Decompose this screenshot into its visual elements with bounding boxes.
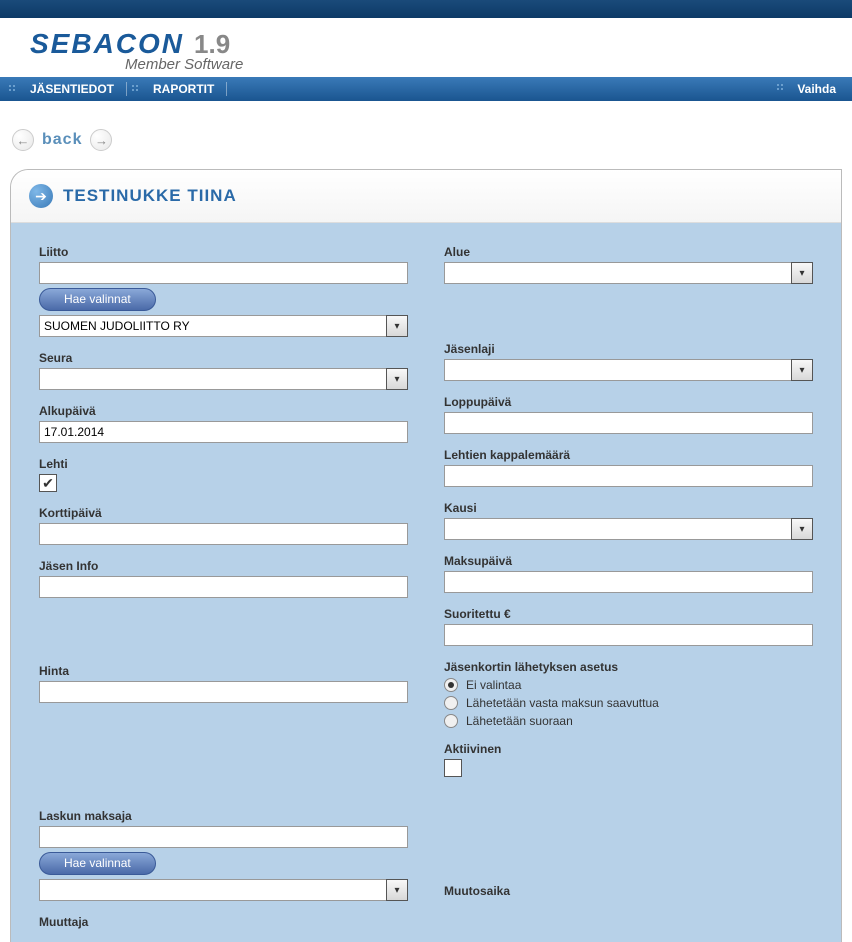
- chevron-down-icon[interactable]: ▾: [386, 368, 408, 390]
- back-arrow-right-icon[interactable]: →: [90, 129, 112, 151]
- liitto-hae-button[interactable]: Hae valinnat: [39, 288, 156, 311]
- jasenlaji-select[interactable]: [444, 359, 791, 381]
- page-title: TESTINUKKE TIINA: [63, 186, 237, 206]
- alue-select[interactable]: [444, 262, 791, 284]
- form-right-column: Alue ▾ Jäsenlaji ▾ Loppupäivä: [444, 245, 813, 932]
- laskunmaksaja-label: Laskun maksaja: [39, 809, 408, 823]
- jasenkortti-radio-2[interactable]: [444, 714, 458, 728]
- menu-drag-icon: [776, 83, 786, 93]
- jaseninfo-input[interactable]: [39, 576, 408, 598]
- menu-drag-icon: [8, 84, 18, 94]
- menu-drag-icon: [131, 84, 141, 94]
- page-title-bar: ➔ TESTINUKKE TIINA: [11, 170, 841, 223]
- jasenlaji-label: Jäsenlaji: [444, 342, 813, 356]
- jasenkortti-option-2: Lähetetään suoraan: [466, 714, 573, 728]
- laskunmaksaja-hae-button[interactable]: Hae valinnat: [39, 852, 156, 875]
- menu-vaihda[interactable]: Vaihda: [789, 82, 844, 96]
- maksupaiva-input[interactable]: [444, 571, 813, 593]
- alue-label: Alue: [444, 245, 813, 259]
- jasenkortti-option-0: Ei valintaa: [466, 678, 521, 692]
- chevron-down-icon[interactable]: ▾: [386, 315, 408, 337]
- page-frame: ➔ TESTINUKKE TIINA Liitto Hae valinnat ▾…: [10, 169, 842, 942]
- top-bar: [0, 0, 852, 18]
- chevron-down-icon[interactable]: ▾: [791, 518, 813, 540]
- liitto-select[interactable]: [39, 315, 386, 337]
- aktiivinen-checkbox[interactable]: [444, 759, 462, 777]
- hinta-input[interactable]: [39, 681, 408, 703]
- logo-subtitle: Member Software: [125, 56, 852, 73]
- lehti-checkbox[interactable]: ✔: [39, 474, 57, 492]
- back-row: ← back →: [0, 101, 852, 169]
- chevron-down-icon[interactable]: ▾: [386, 879, 408, 901]
- lehti-label: Lehti: [39, 457, 408, 471]
- back-arrow-left-icon[interactable]: ←: [12, 129, 34, 151]
- chevron-down-icon[interactable]: ▾: [791, 359, 813, 381]
- liitto-label: Liitto: [39, 245, 408, 259]
- jasenkortti-radio-1[interactable]: [444, 696, 458, 710]
- back-label[interactable]: back: [42, 131, 82, 149]
- suoritettu-input[interactable]: [444, 624, 813, 646]
- jasenkortti-radio-0[interactable]: [444, 678, 458, 692]
- korttipaiva-input[interactable]: [39, 523, 408, 545]
- laskunmaksaja-select[interactable]: [39, 879, 386, 901]
- menu-separator: [126, 82, 127, 96]
- loppupaiva-input[interactable]: [444, 412, 813, 434]
- korttipaiva-label: Korttipäivä: [39, 506, 408, 520]
- alkupaiva-label: Alkupäivä: [39, 404, 408, 418]
- jasenkortti-label: Jäsenkortin lähetyksen asetus: [444, 660, 813, 674]
- menu-jasentiedot[interactable]: JÄSENTIEDOT: [22, 82, 122, 96]
- header: SEBACON 1.9 Member Software: [0, 18, 852, 77]
- laskunmaksaja-input[interactable]: [39, 826, 408, 848]
- maksupaiva-label: Maksupäivä: [444, 554, 813, 568]
- suoritettu-label: Suoritettu €: [444, 607, 813, 621]
- chevron-down-icon[interactable]: ▾: [791, 262, 813, 284]
- menu-raportit[interactable]: RAPORTIT: [145, 82, 222, 96]
- loppupaiva-label: Loppupäivä: [444, 395, 813, 409]
- kausi-label: Kausi: [444, 501, 813, 515]
- hinta-label: Hinta: [39, 664, 408, 678]
- aktiivinen-label: Aktiivinen: [444, 742, 813, 756]
- muutosaika-label: Muutosaika: [444, 884, 813, 898]
- jasenkortti-option-1: Lähetetään vasta maksun saavuttua: [466, 696, 659, 710]
- form-left-column: Liitto Hae valinnat ▾ Seura ▾: [39, 245, 408, 932]
- menu-bar: JÄSENTIEDOT RAPORTIT Vaihda: [0, 77, 852, 101]
- kausi-select[interactable]: [444, 518, 791, 540]
- muuttaja-label: Muuttaja: [39, 915, 408, 929]
- form-body: Liitto Hae valinnat ▾ Seura ▾: [11, 223, 841, 942]
- lehtienkpl-input[interactable]: [444, 465, 813, 487]
- jaseninfo-label: Jäsen Info: [39, 559, 408, 573]
- seura-select[interactable]: [39, 368, 386, 390]
- title-arrow-icon: ➔: [29, 184, 53, 208]
- alkupaiva-input[interactable]: [39, 421, 408, 443]
- lehtienkpl-label: Lehtien kappalemäärä: [444, 448, 813, 462]
- menu-separator: [226, 82, 227, 96]
- liitto-input[interactable]: [39, 262, 408, 284]
- seura-label: Seura: [39, 351, 408, 365]
